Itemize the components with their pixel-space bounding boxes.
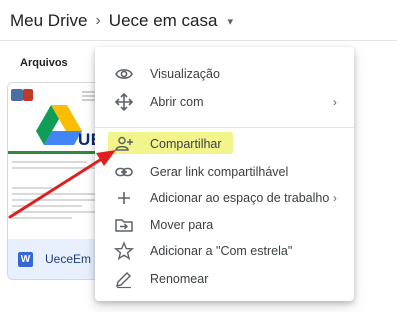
menu-item-add-to-workspace[interactable]: Adicionar ao espaço de trabalho ›: [95, 184, 354, 212]
thumbnail-text-line: [12, 217, 72, 219]
chevron-right-icon: ›: [333, 95, 337, 109]
thumbnail-text-line: [12, 199, 102, 201]
breadcrumb-separator: ›: [95, 12, 101, 29]
thumbnail-text-line: [12, 187, 52, 189]
open-with-icon: [114, 92, 134, 112]
menu-item-label: Gerar link compartilhável: [150, 165, 289, 179]
pencil-icon: [114, 269, 134, 289]
crest-logo-right: [23, 89, 33, 101]
thumbnail-text-line: [12, 193, 107, 195]
eye-icon: [114, 64, 134, 84]
menu-item-open-with[interactable]: Abrir com ›: [95, 88, 354, 116]
menu-item-label: Compartilhar: [150, 137, 222, 151]
person-add-icon: [114, 134, 134, 154]
breadcrumb-current-folder[interactable]: Uece em casa: [109, 11, 218, 31]
context-menu: Visualização Abrir com › Compartilhar Ge…: [95, 47, 354, 301]
google-drive-logo-icon: [36, 105, 82, 145]
section-title-files: Arquivos: [20, 57, 68, 69]
menu-item-preview[interactable]: Visualização: [95, 60, 354, 88]
menu-item-add-to-starred[interactable]: Adicionar a "Com estrela": [95, 237, 354, 265]
menu-item-label: Renomear: [150, 272, 209, 286]
move-to-folder-icon: [114, 215, 134, 235]
menu-item-label: Mover para: [150, 218, 214, 232]
menu-item-rename[interactable]: Renomear: [95, 265, 354, 293]
word-document-icon: W: [18, 251, 33, 267]
thumbnail-text-line: [12, 205, 82, 207]
file-name: UeceEm: [45, 252, 92, 266]
menu-divider: [95, 127, 354, 128]
menu-item-label: Abrir com: [150, 95, 204, 109]
menu-item-label: Visualização: [150, 67, 220, 81]
menu-item-get-link[interactable]: Gerar link compartilhável: [95, 158, 354, 186]
chevron-right-icon: ›: [333, 191, 337, 205]
breadcrumb-root[interactable]: Meu Drive: [10, 11, 87, 31]
plus-icon: [114, 188, 134, 208]
thumbnail-text-line: [12, 211, 97, 213]
folder-dropdown-caret-icon[interactable]: ▾: [227, 15, 233, 28]
header-divider: [0, 40, 397, 41]
menu-item-share[interactable]: Compartilhar: [95, 130, 354, 158]
menu-item-label: Adicionar ao espaço de trabalho: [150, 191, 330, 205]
star-outline-icon: [114, 241, 134, 261]
thumbnail-text-line: [12, 161, 87, 163]
link-icon: [114, 162, 134, 182]
menu-item-label: Adicionar a "Com estrela": [150, 244, 293, 258]
breadcrumb: Meu Drive › Uece em casa ▾: [10, 9, 233, 33]
crest-logo-left: [11, 89, 23, 101]
menu-item-move-to[interactable]: Mover para: [95, 211, 354, 239]
